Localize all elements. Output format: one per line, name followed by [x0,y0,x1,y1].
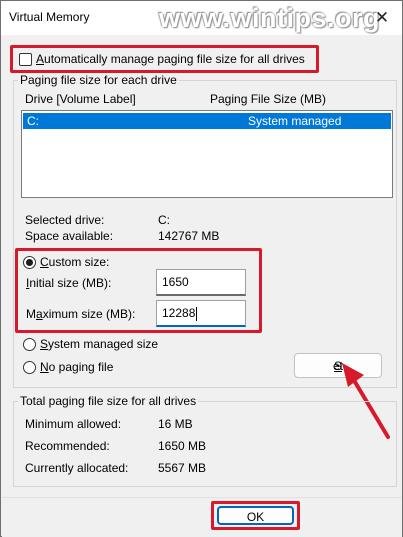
system-managed-text: ystem managed size [48,337,159,351]
auto-manage-label[interactable]: Automatically manage paging file size fo… [36,52,305,66]
maximum-size-label: Maximum size (MB): [26,307,135,321]
currently-allocated-value: 5567 MB [158,461,207,475]
dialog-footer [2,497,402,537]
maximum-size-text: ximum size (MB): [42,307,136,321]
no-paging-radio[interactable] [23,361,36,374]
system-managed-radio[interactable] [23,338,36,351]
recommended-label: Recommended: [25,439,110,453]
initial-size-label: Initial size (MB): [26,276,111,290]
window-title: Virtual Memory [9,10,90,24]
text-caret [196,306,198,321]
initial-size-input[interactable]: 1650 [156,269,246,296]
column-header-size: Paging File Size (MB) [210,92,327,106]
custom-size-mnemonic: C [40,255,49,269]
drive-listbox[interactable]: C: System managed [21,110,393,198]
column-header-drive: Drive [Volume Label] [25,92,136,106]
no-paging-mnemonic: N [40,360,49,374]
no-paging-text: o paging file [48,360,114,374]
title-bar: Virtual Memory www.wintips.org ✕ [1,1,402,35]
recommended-value: 1650 MB [158,439,207,453]
maximum-size-mnemonic: a [36,307,43,321]
drive-row-c[interactable]: C: System managed [23,113,391,129]
maximum-size-input[interactable]: 12288 [156,300,246,327]
maximum-size-prefix: M [26,307,36,321]
auto-manage-label-text: utomatically manage paging file size for… [44,52,305,66]
maximum-size-value: 12288 [162,306,196,320]
space-available-value: 142767 MB [158,229,220,243]
virtual-memory-dialog: Virtual Memory www.wintips.org ✕ Automat… [0,0,403,537]
minimum-allowed-value: 16 MB [158,417,193,431]
initial-size-text: nitial size (MB): [29,276,112,290]
no-paging-label[interactable]: No paging file [40,360,113,374]
auto-manage-label-mnemonic: A [36,52,45,66]
paging-group-title: Paging file size for each drive [18,73,179,87]
watermark: www.wintips.org [159,3,380,33]
custom-size-radio[interactable] [23,256,36,269]
custom-size-label[interactable]: Custom size: [40,255,109,269]
system-managed-mnemonic: S [40,337,49,351]
currently-allocated-label: Currently allocated: [25,461,129,475]
ok-button[interactable]: OK [217,506,294,525]
auto-manage-checkbox[interactable] [19,53,32,66]
selected-drive-label: Selected drive: [25,213,105,227]
initial-size-value: 1650 [162,275,189,289]
ok-button-label: OK [246,510,265,524]
system-managed-label[interactable]: System managed size [40,337,158,351]
selected-drive-value: C: [158,213,170,227]
drive-letter: C: [27,114,39,128]
space-available-label: Space available: [25,229,114,243]
custom-size-text: ustom size: [48,255,110,269]
drive-paging-size: System managed [248,114,342,128]
minimum-allowed-label: Minimum allowed: [25,417,122,431]
close-button[interactable]: ✕ [370,7,394,29]
total-group-title: Total paging file size for all drives [18,394,199,408]
